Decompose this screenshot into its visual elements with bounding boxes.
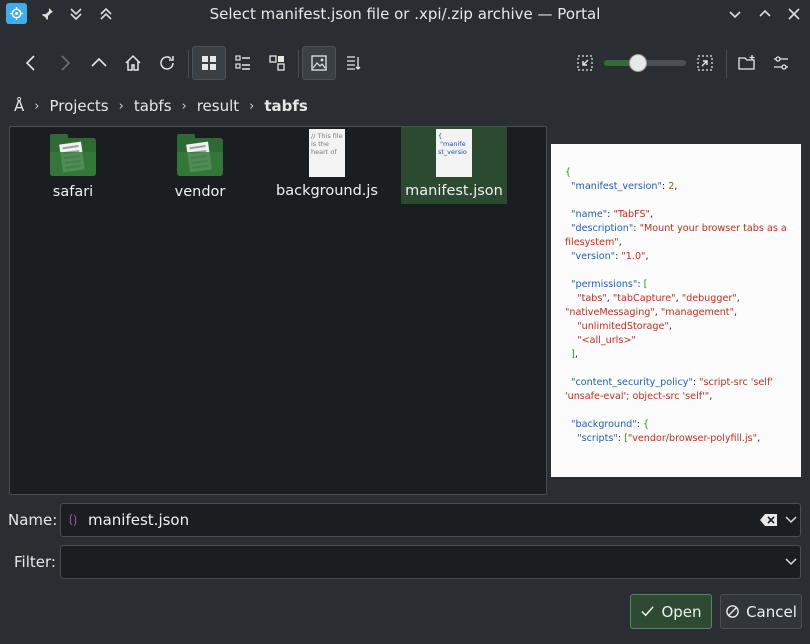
file-item-background-js[interactable]: // This file is the heart of background.… bbox=[274, 127, 380, 204]
file-name: manifest.json bbox=[405, 183, 503, 199]
cancel-button-label: Cancel bbox=[746, 602, 797, 621]
chevron-right-icon[interactable]: › bbox=[113, 99, 130, 114]
filter-label: Filter: bbox=[14, 553, 56, 571]
file-name: background.js bbox=[276, 183, 378, 199]
preview-text: { "manifest_version": 2, "name": "TabFS"… bbox=[565, 167, 790, 444]
breadcrumb-current[interactable]: tabfs bbox=[260, 97, 311, 115]
breadcrumb-item-tabfs[interactable]: tabfs bbox=[130, 97, 176, 115]
new-folder-button[interactable] bbox=[730, 46, 764, 80]
zoom-slider[interactable] bbox=[604, 54, 686, 72]
cancel-button[interactable]: Cancel bbox=[720, 594, 802, 629]
breadcrumb-root[interactable]: Å bbox=[10, 97, 28, 115]
toolbar-separator bbox=[188, 50, 189, 78]
home-button[interactable] bbox=[116, 46, 150, 80]
checkmark-icon bbox=[641, 606, 655, 617]
icons-view-button[interactable] bbox=[192, 46, 226, 80]
options-button[interactable] bbox=[764, 46, 798, 80]
tree-view-button[interactable] bbox=[260, 46, 294, 80]
chevron-right-icon[interactable]: › bbox=[176, 99, 193, 114]
file-item-manifest-json[interactable]: { "manife st_versio manifest.json bbox=[401, 127, 507, 204]
zoom-in-icon[interactable] bbox=[688, 46, 722, 80]
up-button[interactable] bbox=[82, 46, 116, 80]
toolbar-separator bbox=[726, 50, 727, 78]
filter-combobox[interactable] bbox=[60, 545, 801, 579]
chevron-down-icon[interactable] bbox=[784, 555, 798, 569]
toolbar-separator bbox=[298, 50, 299, 78]
open-button[interactable]: Open bbox=[630, 594, 712, 629]
file-item-vendor[interactable]: vendor bbox=[147, 127, 253, 204]
preview-toggle-button[interactable] bbox=[302, 46, 336, 80]
close-icon[interactable] bbox=[784, 4, 804, 24]
clear-text-icon[interactable] bbox=[760, 513, 778, 527]
file-view[interactable]: safari vendor // This file is the heart … bbox=[9, 126, 547, 495]
back-button[interactable] bbox=[14, 46, 48, 80]
name-input[interactable]: ⟮⟯ manifest.json bbox=[60, 503, 801, 537]
name-label: Name: bbox=[8, 511, 58, 529]
window-title: Select manifest.json file or .xpi/.zip a… bbox=[209, 5, 601, 23]
slider-handle[interactable] bbox=[629, 54, 648, 72]
compact-view-button[interactable] bbox=[226, 46, 260, 80]
sort-button[interactable] bbox=[336, 46, 370, 80]
name-input-value[interactable]: manifest.json bbox=[88, 511, 189, 529]
zoom-out-icon[interactable] bbox=[568, 46, 602, 80]
folder-icon bbox=[177, 134, 223, 178]
breadcrumb: Å › Projects › tabfs › result › tabfs bbox=[10, 92, 312, 120]
file-name: safari bbox=[52, 184, 94, 200]
file-name: vendor bbox=[174, 184, 226, 200]
maximize-icon[interactable] bbox=[755, 4, 775, 24]
cancel-icon bbox=[726, 605, 739, 618]
file-preview: { "manifest_version": 2, "name": "TabFS"… bbox=[551, 144, 801, 477]
forward-button[interactable] bbox=[48, 46, 82, 80]
reload-button[interactable] bbox=[150, 46, 184, 80]
chevron-right-icon[interactable]: › bbox=[243, 99, 260, 114]
folder-icon bbox=[50, 134, 96, 178]
file-item-safari[interactable]: safari bbox=[20, 127, 126, 204]
chevron-right-icon[interactable]: › bbox=[28, 99, 45, 114]
json-file-thumbnail: { "manife st_versio bbox=[436, 129, 472, 177]
breadcrumb-item-projects[interactable]: Projects bbox=[45, 97, 112, 115]
breadcrumb-item-result[interactable]: result bbox=[193, 97, 243, 115]
chevron-down-icon[interactable] bbox=[784, 513, 798, 527]
open-button-label: Open bbox=[661, 602, 702, 621]
json-icon: ⟮⟯ bbox=[69, 512, 77, 526]
text-file-thumbnail: // This file is the heart of bbox=[309, 129, 345, 177]
minimize-icon[interactable] bbox=[725, 4, 745, 24]
